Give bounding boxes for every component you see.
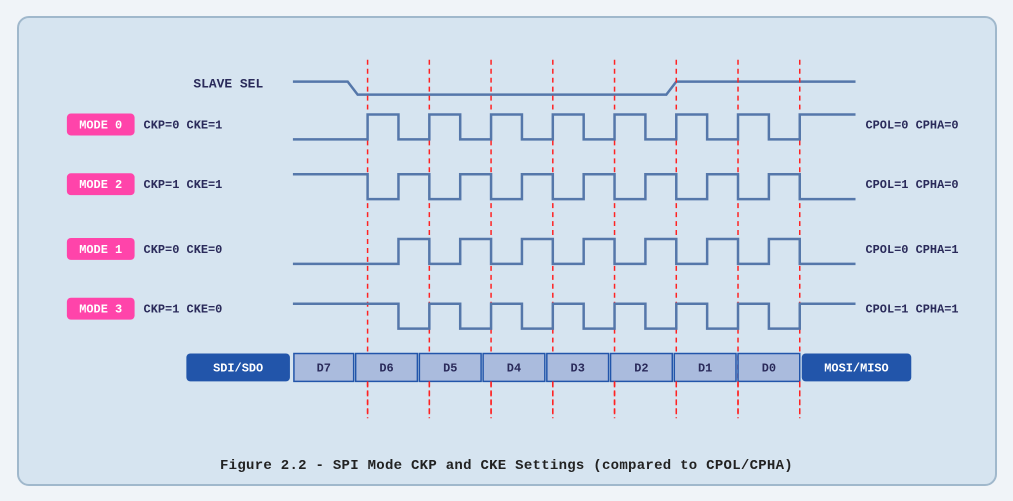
mode3-right: CPOL=1 CPHA=1: [865, 302, 958, 316]
mode0-params: CKP=0 CKE=1: [143, 118, 222, 132]
d5-label: D5: [443, 361, 457, 375]
mode1-params: CKP=0 CKE=0: [143, 242, 222, 256]
d1-label: D1: [697, 361, 711, 375]
mode2-right: CPOL=1 CPHA=0: [865, 178, 958, 192]
mode0-label: MODE 0: [79, 118, 122, 132]
mode0-right: CPOL=0 CPHA=0: [865, 118, 958, 132]
d0-label: D0: [761, 361, 775, 375]
d7-label: D7: [316, 361, 330, 375]
diagram-area: SLAVE SEL MODE 0 CKP=0 CKE=1 CPO: [39, 28, 975, 450]
mode3-label: MODE 3: [79, 302, 122, 316]
mode3-params: CKP=1 CKE=0: [143, 302, 222, 316]
sdi-sdo-label: SDI/SDO: [213, 361, 263, 375]
mode1-label: MODE 1: [79, 242, 122, 256]
slave-sel-label: SLAVE SEL: [193, 76, 263, 91]
d6-label: D6: [379, 361, 393, 375]
d2-label: D2: [634, 361, 648, 375]
d3-label: D3: [570, 361, 584, 375]
d4-label: D4: [506, 361, 520, 375]
mosi-miso-label: MOSI/MISO: [824, 361, 888, 375]
mode2-params: CKP=1 CKE=1: [143, 178, 222, 192]
mode2-label: MODE 2: [79, 178, 122, 192]
figure-caption: Figure 2.2 - SPI Mode CKP and CKE Settin…: [220, 450, 793, 474]
outer-container: SLAVE SEL MODE 0 CKP=0 CKE=1 CPO: [17, 16, 997, 486]
mode1-right: CPOL=0 CPHA=1: [865, 242, 958, 256]
